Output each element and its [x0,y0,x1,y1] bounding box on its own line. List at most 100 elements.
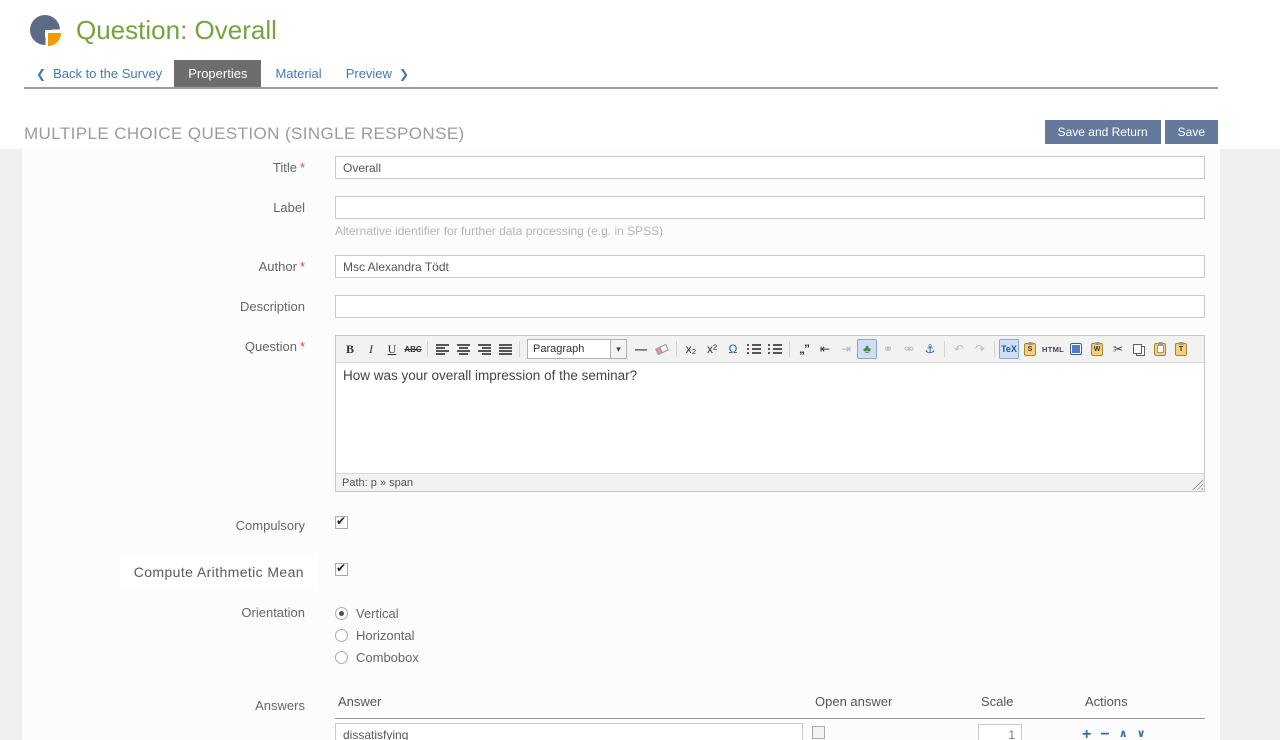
app-logo-icon [30,15,60,45]
paste-as-text-icon[interactable]: T [1171,339,1191,359]
add-answer-icon[interactable]: + [1082,727,1091,740]
bullet-list-icon[interactable] [744,339,764,359]
description-label: Description [22,295,335,314]
superscript-icon[interactable]: x² [702,339,722,359]
tab-preview[interactable]: Preview ❯ [334,60,421,87]
dropdown-arrow-icon[interactable]: ▾ [610,340,626,358]
remove-answer-icon[interactable]: − [1100,727,1109,740]
special-character-icon[interactable]: Ω [723,339,743,359]
required-asterisk: * [300,339,305,354]
outdent-icon[interactable]: ⇤ [815,339,835,359]
compulsory-row: Compulsory [22,516,1220,534]
answer-row-1: + − ∧ ∨ [335,719,1205,740]
html-source-icon[interactable]: HTML [1041,339,1065,359]
main-area: Title* Label Alternative identifier for … [0,149,1280,740]
page-title: Question: Overall [76,15,277,46]
redo-icon[interactable]: ↷ [970,339,990,359]
question-form: Title* Label Alternative identifier for … [22,149,1220,740]
column-actions: Actions [1082,694,1205,709]
title-row: Title* [22,156,1220,179]
description-input[interactable] [335,295,1205,318]
strikethrough-icon[interactable]: ABC [403,339,423,359]
undo-icon[interactable]: ↶ [949,339,969,359]
answers-table-header: Answer Open answer Scale Actions [335,694,1205,719]
combobox-radio[interactable] [335,651,348,664]
link-icon[interactable]: ⚭ [878,339,898,359]
chevron-left-icon: ❮ [36,67,46,81]
question-label: Question* [22,335,335,354]
paste-from-word-icon[interactable]: W [1087,339,1107,359]
save-and-return-button[interactable]: Save and Return [1045,120,1161,144]
align-right-icon[interactable] [474,339,494,359]
author-input[interactable] [335,255,1205,278]
tex-formula-icon[interactable]: TeX [999,339,1019,359]
align-center-icon[interactable] [453,339,473,359]
compulsory-checkbox[interactable] [335,516,348,529]
anchor-icon[interactable]: ⚓ [920,339,940,359]
required-asterisk: * [300,160,305,175]
editor-path-status: Path: p » span [342,477,413,489]
format-select[interactable]: Paragraph ▾ [527,339,627,359]
insert-image-icon[interactable]: ♣ [857,339,877,359]
editor-toolbar: B I U ABC Paragraph ▾ — [336,336,1204,363]
author-label: Author* [22,255,335,274]
question-row: Question* B I U ABC Paragraph ▾ [22,335,1220,492]
arithmetic-mean-label: Compute Arithmetic Mean [120,556,318,588]
underline-icon[interactable]: U [382,339,402,359]
bold-icon[interactable]: B [340,339,360,359]
vertical-radio[interactable] [335,607,348,620]
arithmetic-mean-checkbox[interactable] [335,563,348,576]
editor-status-bar: Path: p » span [336,473,1204,491]
label-label: Label [22,196,335,215]
question-text: How was your overall impression of the s… [343,368,1197,383]
blockquote-icon[interactable]: „” [794,339,814,359]
horizontal-label: Horizontal [356,628,415,643]
tab-material[interactable]: Material [263,60,333,87]
label-row: Label Alternative identifier for further… [22,196,1220,238]
remove-format-icon[interactable] [652,339,672,359]
title-input[interactable] [335,156,1205,179]
label-help-text: Alternative identifier for further data … [335,224,1205,238]
scale-input[interactable] [978,724,1022,740]
column-answer: Answer [335,694,812,709]
italic-icon[interactable]: I [361,339,381,359]
rich-text-editor: B I U ABC Paragraph ▾ — [335,335,1205,492]
move-down-icon[interactable]: ∨ [1137,729,1146,740]
paste-snippet-icon[interactable]: S [1020,339,1040,359]
subscript-icon[interactable]: x₂ [681,339,701,359]
indent-icon[interactable]: ⇥ [836,339,856,359]
vertical-label: Vertical [356,606,399,621]
description-row: Description [22,295,1220,318]
back-to-survey-link[interactable]: ❮ Back to the Survey [24,60,174,87]
open-answer-checkbox[interactable] [812,726,825,739]
horizontal-rule-icon[interactable]: — [631,339,651,359]
column-scale: Scale [978,694,1082,709]
row-actions: + − ∧ ∨ [1082,727,1205,740]
move-up-icon[interactable]: ∧ [1119,729,1128,740]
editor-resize-handle[interactable] [1192,479,1203,490]
tab-preview-label: Preview [346,66,392,81]
fullscreen-icon[interactable] [1066,339,1086,359]
label-input[interactable] [335,196,1205,219]
horizontal-radio[interactable] [335,629,348,642]
chevron-right-icon: ❯ [399,67,409,81]
save-button[interactable]: Save [1165,120,1218,144]
paste-icon[interactable] [1150,339,1170,359]
align-left-icon[interactable] [432,339,452,359]
answers-row: Answers Answer Open answer Scale Actions… [22,694,1220,740]
answer-input[interactable] [335,723,803,740]
tab-properties[interactable]: Properties [174,60,261,87]
numbered-list-icon[interactable] [765,339,785,359]
align-justify-icon[interactable] [495,339,515,359]
column-open-answer: Open answer [812,694,978,709]
title-label: Title* [22,156,335,175]
cut-icon[interactable]: ✂ [1108,339,1128,359]
unlink-icon[interactable]: ⚮ [899,339,919,359]
copy-icon[interactable] [1129,339,1149,359]
answers-label: Answers [22,694,335,713]
combobox-label: Combobox [356,650,419,665]
question-editor-content[interactable]: How was your overall impression of the s… [336,363,1204,473]
section-title: MULTIPLE CHOICE QUESTION (SINGLE RESPONS… [24,124,465,144]
arithmetic-mean-row: Compute Arithmetic Mean [22,556,1220,588]
app-header: Question: Overall [0,0,1280,60]
